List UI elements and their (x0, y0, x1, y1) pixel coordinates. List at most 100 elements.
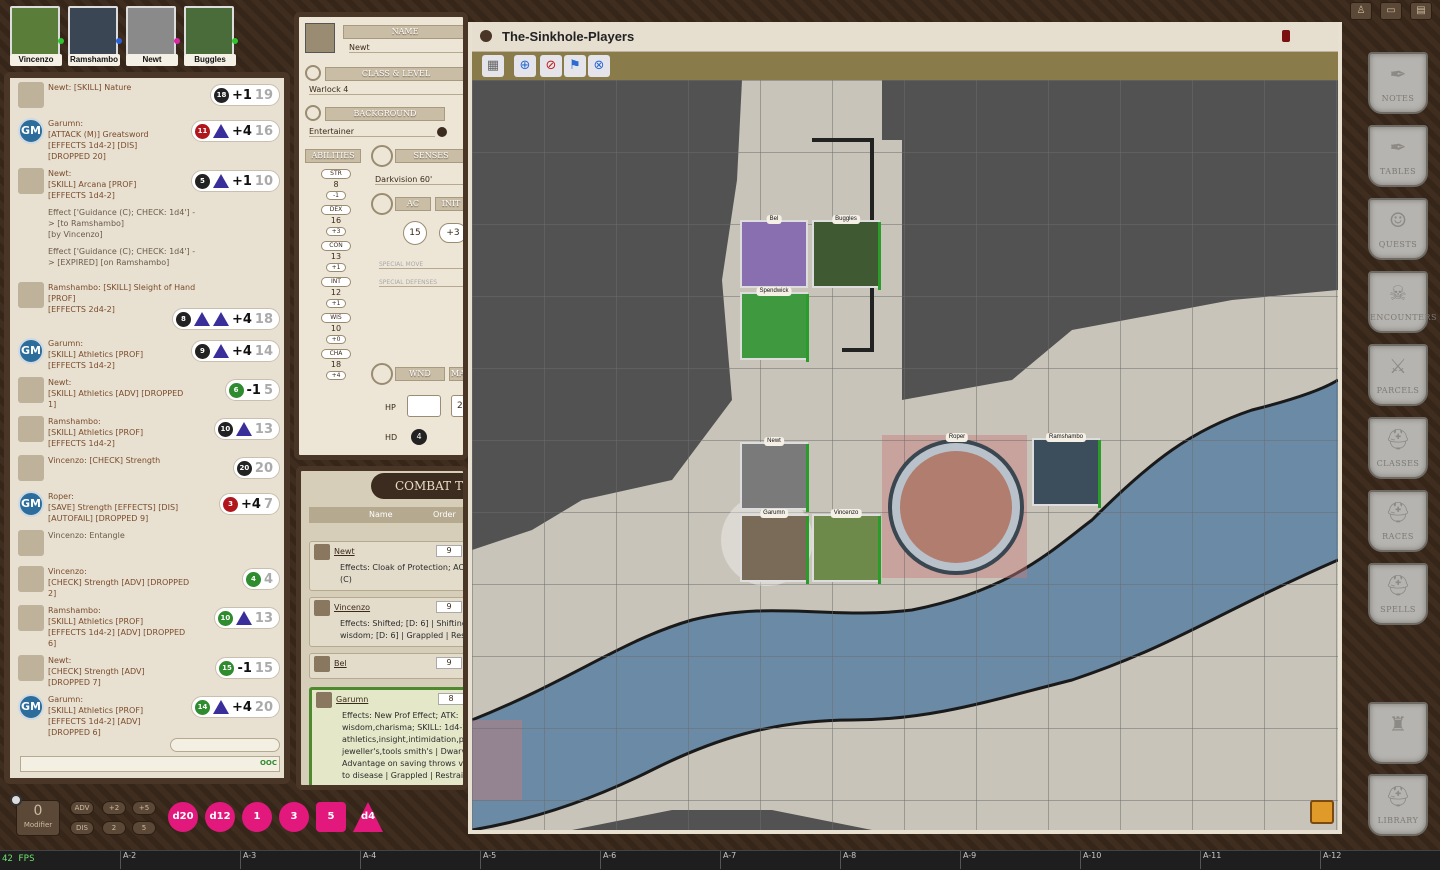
visibility-icon[interactable]: ⊗ (588, 55, 610, 77)
die-0[interactable]: d20 (168, 802, 198, 832)
person-icon[interactable]: ♙ (1350, 2, 1372, 20)
sidebar-tower-button[interactable]: ♜ (1368, 702, 1428, 764)
die-5[interactable]: d4 (353, 802, 383, 832)
ability-score[interactable]: 12 (321, 287, 351, 299)
target-icon[interactable]: ⊕ (514, 55, 536, 77)
combat-entry[interactable]: Vincenzo 9 Effects: Shifted; [D: 6] | Shif… (309, 597, 463, 647)
sidebar-library-button[interactable]: ⛑ LIBRARY (1368, 774, 1428, 836)
sidebar-races-button[interactable]: ⛑ RACES (1368, 490, 1428, 552)
plus5-button[interactable]: +5 (132, 801, 156, 815)
five-button[interactable]: 5 (132, 821, 156, 835)
combat-entry[interactable]: Newt 9 Effects: Cloak of Protection; AC (C… (309, 541, 463, 591)
background-value[interactable]: Entertainer (309, 127, 435, 137)
hotkey-slot[interactable]: A-8 (840, 851, 958, 869)
ability-modifier[interactable]: +4 (326, 371, 346, 380)
combatant-name[interactable]: Bel (334, 659, 347, 668)
link-icon[interactable] (480, 30, 492, 42)
hotkey-slot[interactable]: A-3 (240, 851, 358, 869)
ability-dex[interactable]: DEX 16 +3 (321, 205, 351, 236)
hotkey-slot[interactable]: A-2 (120, 851, 238, 869)
dice-tower-icon[interactable] (1310, 800, 1334, 824)
die-2[interactable]: 1 (242, 802, 272, 832)
hotkey-slot[interactable]: A-9 (960, 851, 1078, 869)
party-portrait[interactable] (126, 6, 176, 56)
combatant-name[interactable]: Vincenzo (334, 603, 370, 612)
initiative-order[interactable]: 9 (436, 601, 462, 613)
token-vincenzo[interactable]: Vincenzo (812, 509, 881, 584)
token-ramshambo[interactable]: Ramshambo (1032, 433, 1101, 508)
combatant-portrait[interactable] (316, 692, 332, 708)
sidebar-encounters-button[interactable]: ☠ ENCOUNTERS (1368, 271, 1436, 333)
party-member[interactable]: Vincenzo (8, 4, 64, 66)
folder-icon[interactable]: ▤ (1410, 2, 1432, 20)
ability-cha[interactable]: CHA 18 +4 (321, 349, 351, 380)
sidebar-quests-button[interactable]: ☺ QUESTS (1368, 198, 1428, 260)
sidebar-classes-button[interactable]: ⛑ CLASSES (1368, 417, 1428, 479)
flag-icon[interactable]: ⚑ (564, 55, 586, 77)
sidebar-spells-button[interactable]: ⛑ SPELLS (1368, 563, 1428, 625)
ability-score[interactable]: 10 (321, 323, 351, 335)
ability-wis[interactable]: WIS 10 +0 (321, 313, 351, 344)
plus2-button[interactable]: +2 (102, 801, 126, 815)
initiative-order[interactable]: 8 (438, 693, 463, 705)
two-button[interactable]: 2 (102, 821, 126, 835)
ability-modifier[interactable]: +3 (326, 227, 346, 236)
character-name[interactable]: Newt (349, 43, 463, 53)
hotkey-slot[interactable]: A-10 (1080, 851, 1198, 869)
party-portrait[interactable] (10, 6, 60, 56)
ability-modifier[interactable]: +1 (326, 263, 346, 272)
party-portrait[interactable] (184, 6, 234, 56)
hotkey-slot[interactable]: A-12 (1320, 851, 1438, 869)
link-icon[interactable] (437, 127, 447, 137)
combat-entry[interactable]: Bel 9 (309, 653, 463, 679)
initiative-order[interactable]: 9 (436, 545, 462, 557)
party-portrait[interactable] (68, 6, 118, 56)
dis-button[interactable]: DIS (70, 821, 94, 835)
adv-button[interactable]: ADV (70, 801, 94, 815)
character-portrait[interactable] (305, 23, 335, 53)
hotkey-slot[interactable]: A-11 (1200, 851, 1318, 869)
combatant-portrait[interactable] (314, 656, 330, 672)
grid-icon[interactable]: ▦ (482, 55, 504, 77)
combatant-name[interactable]: Newt (334, 547, 355, 556)
ability-modifier[interactable]: +0 (326, 335, 346, 344)
die-4[interactable]: 5 (316, 802, 346, 832)
sidebar-notes-button[interactable]: ✒ NOTES (1368, 52, 1428, 114)
initiative-order[interactable]: 9 (436, 657, 462, 669)
no-target-icon[interactable]: ⊘ (540, 55, 562, 77)
ooc-label[interactable]: OOC (260, 759, 277, 767)
lock-icon[interactable] (1282, 30, 1290, 42)
hotkey-slot[interactable]: A-7 (720, 851, 838, 869)
gear-icon[interactable] (10, 794, 22, 806)
combatant-portrait[interactable] (314, 544, 330, 560)
party-member[interactable]: Ramshambo (66, 4, 122, 66)
ability-modifier[interactable]: -1 (326, 191, 346, 200)
token-bel[interactable]: Bel (740, 215, 808, 288)
ability-score[interactable]: 16 (321, 215, 351, 227)
sidebar-tables-button[interactable]: ✒ TABLES (1368, 125, 1428, 187)
party-member[interactable]: Buggles (182, 4, 238, 66)
die-1[interactable]: d12 (205, 802, 235, 832)
token-garumn[interactable]: Garumn (740, 509, 809, 584)
hit-dice[interactable]: 4 (411, 429, 427, 445)
class-level[interactable]: Warlock 4 (309, 85, 463, 95)
max-hp-value[interactable]: 28 (451, 395, 463, 417)
map-view[interactable]: Bel Buggles Spendwick Newt Roper Ramshambo Gar… (472, 80, 1338, 830)
ability-score[interactable]: 18 (321, 359, 351, 371)
combatant-name[interactable]: Garumn (336, 695, 368, 704)
hotkey-slot[interactable]: A-6 (600, 851, 718, 869)
chat-identity-select[interactable] (170, 738, 280, 752)
ac-value[interactable]: 15 (403, 221, 427, 245)
hotkey-slot[interactable]: A-4 (360, 851, 478, 869)
hotkey-slot[interactable]: A-5 (480, 851, 598, 869)
init-value[interactable]: +3 (439, 223, 463, 243)
sidebar-parcels-button[interactable]: ⚔ PARCELS (1368, 344, 1428, 406)
modifier-box[interactable]: 0 Modifier (16, 800, 60, 836)
ability-score[interactable]: 13 (321, 251, 351, 263)
combatant-portrait[interactable] (314, 600, 330, 616)
die-3[interactable]: 3 (279, 802, 309, 832)
chat-input[interactable]: OOC (20, 756, 280, 772)
book-icon[interactable]: ▭ (1380, 2, 1402, 20)
ability-str[interactable]: STR 8 -1 (321, 169, 351, 200)
token-roper[interactable]: Roper (892, 433, 1022, 508)
